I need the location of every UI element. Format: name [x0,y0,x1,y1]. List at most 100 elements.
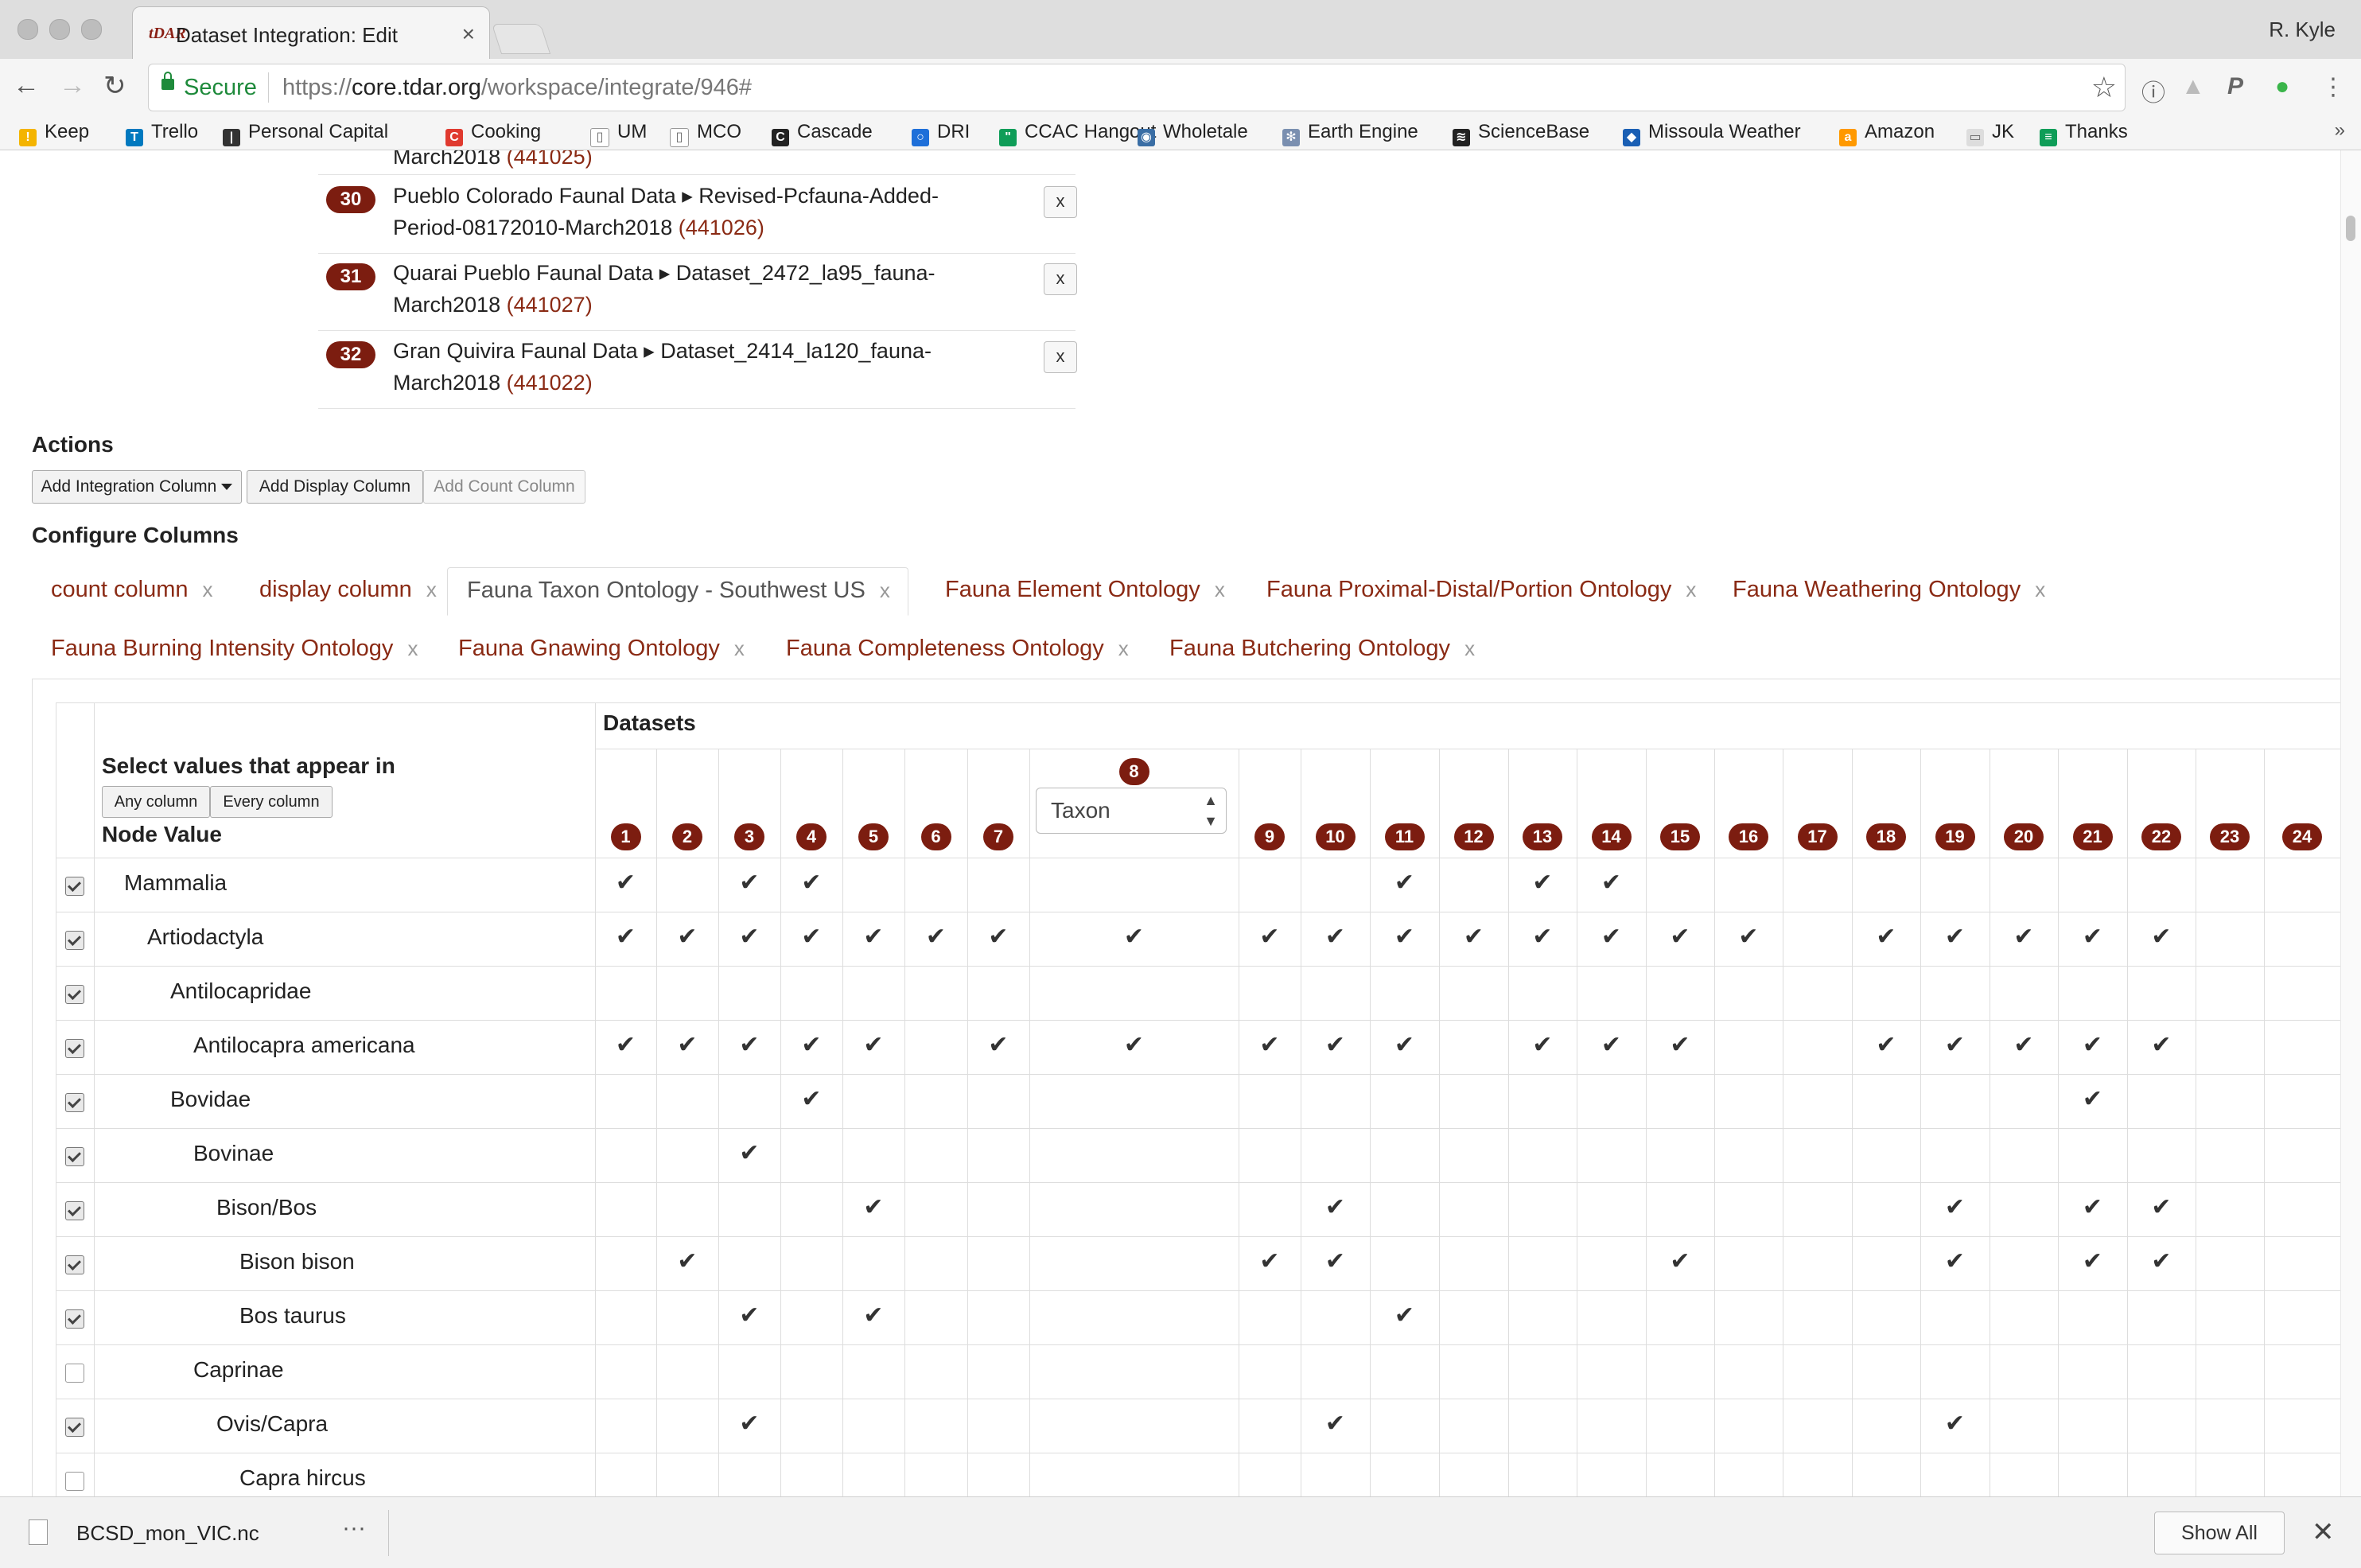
close-window-icon[interactable] [18,19,38,40]
back-icon[interactable]: ← [13,70,40,101]
extension-drive-icon[interactable]: ▲ [2181,73,2205,100]
tab-close-icon[interactable]: x [203,578,213,601]
node-select-checkbox[interactable] [65,1255,84,1274]
address-bar[interactable]: Secure https://core.tdar.org/workspace/i… [148,64,2126,111]
download-more-icon[interactable]: ··· [342,1515,366,1542]
bookmark-cooking[interactable]: C Cooking [445,121,541,146]
node-select-checkbox[interactable] [65,931,84,950]
check-mark-icon: ✔ [801,1086,822,1112]
bookmark-star-icon[interactable]: ☆ [2091,71,2117,104]
dataset-column-badge: 10 [1315,823,1356,850]
dataset-id-link[interactable]: (441026) [679,216,764,239]
browser-tab[interactable]: tDAR Dataset Integration: Edit × [132,6,490,60]
bookmark-favicon-icon: ▭ [1966,129,1984,146]
tab-close-icon[interactable]: x [1686,578,1696,601]
bookmark-keep[interactable]: ! Keep [19,121,89,146]
bookmark-sciencebase[interactable]: ≋ ScienceBase [1453,121,1589,146]
node-select-checkbox[interactable] [65,1147,84,1166]
tab-fauna-completeness-ontology[interactable]: Fauna Completeness Ontology x [786,636,1129,662]
bookmark-um[interactable]: ▯ UM [590,121,647,147]
tab-fauna-weathering-ontology[interactable]: Fauna Weathering Ontology x [1733,577,2045,603]
bookmark-wholetale[interactable]: ◉ Wholetale [1138,121,1248,146]
add-integration-column-button[interactable]: Add Integration Column [32,470,242,504]
node-value-label: Capra hircus [239,1465,366,1490]
tab-count-column[interactable]: count column x [51,577,213,603]
tab-close-icon[interactable]: x [2035,578,2045,601]
extension-info-icon[interactable]: ⓘ [2141,73,2165,108]
node-select-checkbox[interactable] [65,1201,84,1220]
tab-close-icon[interactable]: x [734,636,745,660]
extension-hangouts-icon[interactable]: ● [2275,73,2289,100]
every-column-button[interactable]: Every column [210,786,333,818]
bookmark-trello[interactable]: T Trello [126,121,198,146]
tab-close-icon[interactable]: x [1118,636,1129,660]
add-display-column-button[interactable]: Add Display Column [247,470,423,504]
bookmark-dri[interactable]: ○ DRI [912,121,970,146]
check-mark-icon: ✔ [1601,870,1622,896]
bookmark-jk[interactable]: ▭ JK [1966,121,2014,146]
bookmark-amazon[interactable]: a Amazon [1839,121,1935,146]
bookmark-personal-capital[interactable]: | Personal Capital [223,121,388,146]
bookmark-ccac-hangout[interactable]: " CCAC Hangout [999,121,1156,146]
dataset-name-line2: March2018 (441022) [393,367,998,399]
dataset-id-link[interactable]: (441027) [507,293,593,317]
menu-icon[interactable]: ⋮ [2321,73,2345,101]
remove-dataset-button[interactable]: x [1044,186,1077,218]
maximize-window-icon[interactable] [81,19,102,40]
show-all-button[interactable]: Show All [2154,1512,2285,1554]
tab-close-icon[interactable]: x [407,636,418,660]
bookmark-label: JK [1992,121,2015,142]
tab-fauna-element-ontology[interactable]: Fauna Element Ontology x [945,577,1225,603]
bookmark-earth-engine[interactable]: ✻ Earth Engine [1282,121,1418,146]
check-mark-icon: ✔ [1670,924,1690,950]
grid-line [656,749,657,1506]
add-count-column-button[interactable]: Add Count Column [423,470,585,504]
tab-fauna-gnawing-ontology[interactable]: Fauna Gnawing Ontology x [458,636,745,662]
tab-close-icon[interactable]: x [880,578,890,602]
tab-close-icon[interactable]: × [462,21,475,47]
bookmarks-overflow-icon[interactable]: » [2335,119,2345,142]
node-select-checkbox[interactable] [65,877,84,896]
dataset-column-badge: 23 [2210,823,2250,850]
node-value-label: Artiodactyla [147,924,264,949]
dataset-id[interactable]: (441025) [507,150,593,169]
check-mark-icon: ✔ [1944,1032,1966,1058]
tab-close-icon[interactable]: x [426,578,437,601]
tab-fauna-taxon-ontology-southwest-us[interactable]: Fauna Taxon Ontology - Southwest US x [447,567,908,616]
close-download-bar-icon[interactable]: ✕ [2312,1516,2335,1548]
tab-fauna-butchering-ontology[interactable]: Fauna Butchering Ontology x [1169,636,1475,662]
scrollbar-thumb[interactable] [2346,216,2355,241]
remove-dataset-button[interactable]: x [1044,341,1077,373]
new-tab-button[interactable] [491,24,551,54]
extension-p-icon[interactable]: P [2227,73,2243,100]
profile-name[interactable]: R. Kyle [2269,18,2336,42]
bookmark-favicon-icon: ○ [912,129,929,146]
dataset-id-link[interactable]: (441022) [507,371,593,395]
node-select-checkbox[interactable] [65,1309,84,1329]
node-select-checkbox[interactable] [65,1093,84,1112]
bookmark-cascade[interactable]: C Cascade [772,121,873,146]
page-scrollbar[interactable] [2340,150,2361,1496]
bookmark-thanks[interactable]: ≡ Thanks [2040,121,2128,146]
remove-dataset-button[interactable]: x [1044,263,1077,295]
tab-fauna-burning-intensity-ontology[interactable]: Fauna Burning Intensity Ontology x [51,636,418,662]
node-select-checkbox[interactable] [65,1039,84,1058]
tab-close-icon[interactable]: x [1215,578,1225,601]
check-mark-icon: ✔ [1601,924,1622,950]
tab-display-column[interactable]: display column x [259,577,437,603]
any-column-button[interactable]: Any column [102,786,210,818]
tab-close-icon[interactable]: x [1464,636,1475,660]
forward-icon[interactable]: → [59,70,86,101]
taxon-column-select[interactable]: Taxon ▲ ▼ [1036,788,1227,834]
minimize-window-icon[interactable] [49,19,70,40]
node-select-checkbox[interactable] [65,1364,84,1383]
node-select-checkbox[interactable] [65,985,84,1004]
tab-fauna-proximal-distal-portion-ontology[interactable]: Fauna Proximal-Distal/Portion Ontology x [1266,577,1696,603]
download-filename[interactable]: BCSD_mon_VIC.nc [76,1521,259,1546]
url-text[interactable]: https://core.tdar.org/workspace/integrat… [282,75,752,101]
node-select-checkbox[interactable] [65,1418,84,1437]
bookmark-missoula-weather[interactable]: ◆ Missoula Weather [1623,121,1801,146]
reload-icon[interactable]: ↻ [103,70,126,102]
node-select-checkbox[interactable] [65,1472,84,1491]
bookmark-mco[interactable]: ▯ MCO [670,121,741,147]
